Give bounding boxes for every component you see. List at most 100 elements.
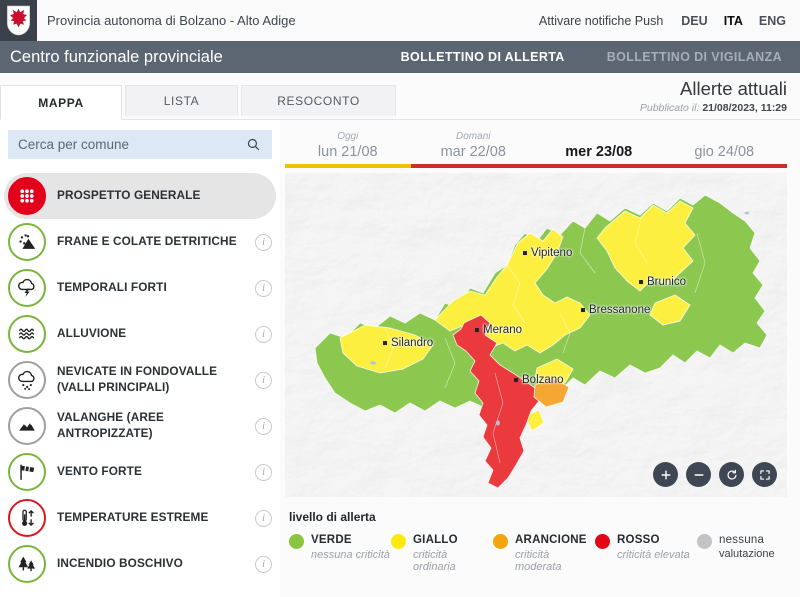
hazard-label: NEVICATE IN FONDOVALLE (VALLI PRINCIPALI…	[57, 364, 244, 396]
published-line: Pubblicato il: 21/08/2023, 11:29	[640, 102, 787, 114]
legend-swatch	[697, 534, 712, 549]
bulletin-nav: BOLLETTINO DI ALLERTA BOLLETTINO DI VIGIL…	[401, 50, 782, 64]
hazard-menu-item[interactable]: FRANE E COLATE DETRITICHE i	[0, 219, 280, 265]
info-icon[interactable]: i	[255, 326, 272, 343]
legend-text: GIALLO criticità ordinaria	[413, 534, 493, 573]
legend-text: VERDE nessuna criticità	[311, 534, 390, 573]
hazard-menu-item[interactable]: VALANGHE (AREE ANTROPIZZATE) i	[0, 403, 280, 449]
city-dot	[383, 341, 387, 345]
hazard-menu-item[interactable]: INCENDIO BOSCHIVO i	[0, 541, 280, 587]
city-name: Brunico	[647, 276, 686, 288]
info-icon[interactable]: i	[255, 510, 272, 527]
legend-text: ARANCIONE criticità moderata	[515, 534, 595, 573]
page-head: Allerte attuali Pubblicato il: 21/08/202…	[640, 78, 787, 114]
search-input[interactable]	[18, 137, 245, 152]
date-tab-label: gio 24/08	[662, 144, 788, 164]
hazard-icon	[8, 177, 46, 215]
info-icon[interactable]: i	[255, 418, 272, 435]
hazard-icon	[8, 315, 46, 353]
hazard-label: FRANE E COLATE DETRITICHE	[57, 234, 244, 250]
hazard-sidebar: PROSPETTO GENERALE i FRANE E COLATE DETR…	[0, 120, 280, 597]
date-tab-underline	[662, 164, 788, 168]
legend-swatch	[289, 534, 304, 549]
bulletin-nav-link[interactable]: BOLLETTINO DI ALLERTA	[401, 50, 565, 64]
municipality-search	[8, 130, 272, 159]
site-title: Provincia autonoma di Bolzano - Alto Adi…	[47, 13, 539, 28]
info-icon[interactable]: i	[255, 234, 272, 251]
view-tab[interactable]: MAPPA	[0, 85, 122, 120]
language-option[interactable]: DEU	[681, 14, 707, 28]
date-tab-relative	[536, 131, 662, 144]
map-controls	[653, 462, 777, 487]
hazard-icon	[8, 545, 46, 583]
city-label: Bolzano	[514, 374, 564, 386]
hazard-menu-item[interactable]: NEVICATE IN FONDOVALLE (VALLI PRINCIPALI…	[0, 357, 280, 403]
hazard-menu-item[interactable]: ALLUVIONE i	[0, 311, 280, 357]
hazard-label: VALANGHE (AREE ANTROPIZZATE)	[57, 410, 244, 442]
hazard-menu-item[interactable]: PROSPETTO GENERALE i	[4, 173, 276, 219]
map-control-button[interactable]	[752, 462, 777, 487]
city-dot	[514, 378, 518, 382]
hazard-menu-item[interactable]: TEMPERATURE ESTREME i	[0, 495, 280, 541]
published-label: Pubblicato il:	[640, 102, 700, 114]
search-icon[interactable]	[245, 136, 262, 153]
info-icon[interactable]: i	[255, 280, 272, 297]
city-name: Vipiteno	[531, 247, 572, 259]
hazard-label: TEMPERATURE ESTREME	[57, 510, 244, 526]
legend-level-desc: criticità moderata	[515, 549, 595, 573]
basemap	[285, 173, 787, 497]
info-icon[interactable]: i	[255, 372, 272, 389]
info-icon[interactable]: i	[255, 556, 272, 573]
page-title: Allerte attuali	[640, 78, 787, 100]
date-tab[interactable]: Domani mar 22/08	[411, 131, 537, 168]
bulletin-nav-link[interactable]: BOLLETTINO DI VIGILANZA	[607, 50, 782, 64]
hazard-menu-item[interactable]: TEMPORALI FORTI i	[0, 265, 280, 311]
city-label: Vipiteno	[523, 247, 572, 259]
eagle-crest-icon	[5, 5, 32, 36]
legend-item: GIALLO criticità ordinaria	[391, 534, 493, 573]
push-notifications-link[interactable]: Attivare notifiche Push	[539, 14, 663, 28]
map-control-button[interactable]	[686, 462, 711, 487]
city-label: Merano	[475, 324, 522, 336]
view-tab[interactable]: LISTA	[125, 85, 238, 116]
main-navbar: Centro funzionale provinciale BOLLETTINO…	[0, 41, 800, 73]
date-tab[interactable]: mer 23/08	[536, 131, 662, 168]
city-dot	[475, 328, 479, 332]
legend-level-desc: valutazione	[719, 548, 775, 560]
legend-level-name: ARANCIONE	[515, 534, 595, 546]
hazard-menu-item[interactable]: VENTO FORTE i	[0, 449, 280, 495]
map-control-button[interactable]	[653, 462, 678, 487]
city-label: Silandro	[383, 337, 433, 349]
view-tabs: MAPPALISTARESOCONTO	[0, 85, 396, 119]
hazard-icon	[8, 453, 46, 491]
map-control-button[interactable]	[719, 462, 744, 487]
legend-level-desc: criticità elevata	[617, 549, 690, 561]
city-dot	[581, 308, 585, 312]
header-right: Attivare notifiche Push DEU ITA ENG	[539, 14, 786, 28]
date-tab[interactable]: Oggi lun 21/08	[285, 131, 411, 168]
city-name: Bressanone	[589, 304, 650, 316]
date-tab[interactable]: gio 24/08	[662, 131, 788, 168]
date-tab-label: mer 23/08	[536, 144, 662, 164]
date-tab-relative	[662, 131, 788, 144]
city-name: Silandro	[391, 337, 433, 349]
alert-legend: livello di allerta VERDE nessuna critici…	[285, 497, 787, 573]
view-tab[interactable]: RESOCONTO	[241, 85, 396, 116]
language-option[interactable]: ITA	[724, 14, 743, 28]
legend-swatch	[595, 534, 610, 549]
alert-map[interactable]: Vipiteno Brunico Bressanone Merano Silan…	[285, 173, 787, 497]
content: PROSPETTO GENERALE i FRANE E COLATE DETR…	[0, 120, 800, 597]
info-icon[interactable]: i	[255, 464, 272, 481]
legend-item: ARANCIONE criticità moderata	[493, 534, 595, 573]
legend-text: ROSSO criticità elevata	[617, 534, 690, 573]
legend-swatch	[493, 534, 508, 549]
hazard-icon	[8, 407, 46, 445]
province-logo	[0, 0, 37, 41]
date-tabs: Oggi lun 21/08 Domani mar 22/08 mer 23/0…	[285, 131, 787, 168]
language-option[interactable]: ENG	[759, 14, 786, 28]
date-tab-label: mar 22/08	[411, 144, 537, 164]
hazard-label: INCENDIO BOSCHIVO	[57, 556, 244, 572]
city-name: Merano	[483, 324, 522, 336]
legend-level-name: ROSSO	[617, 534, 690, 546]
city-dot	[639, 280, 643, 284]
